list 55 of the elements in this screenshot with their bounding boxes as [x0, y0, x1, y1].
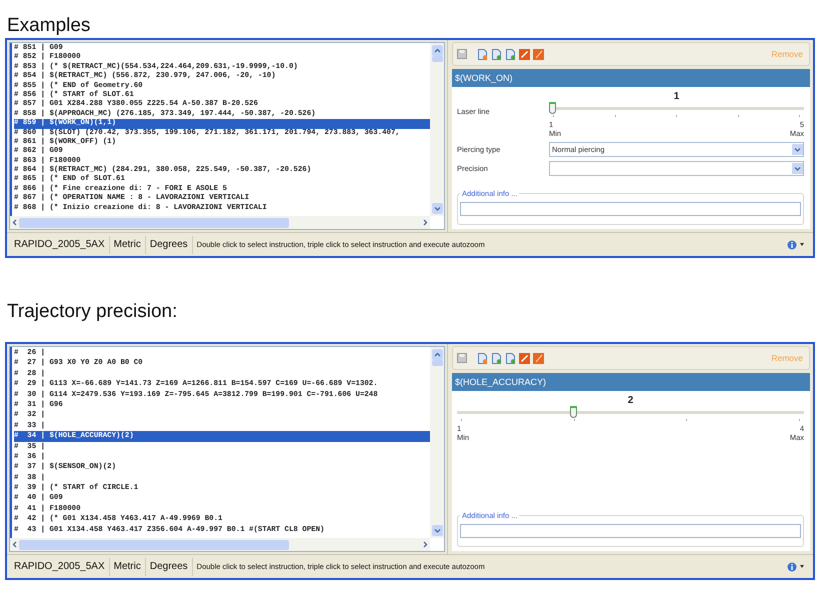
units-label: Metric	[110, 558, 146, 576]
save-icon[interactable]	[457, 353, 467, 363]
machine-name: RAPIDO_2005_5AX	[10, 236, 110, 254]
angles-label: Degrees	[146, 236, 193, 254]
angles-label: Degrees	[146, 558, 193, 576]
document-icon[interactable]	[477, 352, 488, 364]
chevron-right-icon[interactable]	[423, 219, 428, 226]
document-icon[interactable]	[477, 48, 488, 60]
pencil-icon[interactable]	[533, 352, 544, 364]
scrollbar-thumb[interactable]	[432, 360, 442, 366]
info-icon	[787, 240, 797, 250]
pencil-icon[interactable]	[533, 48, 544, 60]
vertical-scrollbar[interactable]	[430, 43, 444, 216]
slider-value: 1	[672, 91, 680, 102]
instruction-title: $(HOLE_ACCURACY)	[452, 373, 810, 391]
edit-icon[interactable]	[519, 48, 530, 60]
chevron-up-icon	[434, 352, 440, 357]
section-heading: Trajectory precision:	[6, 300, 178, 323]
chevron-up-icon	[434, 48, 440, 53]
chevron-down-icon	[434, 528, 440, 533]
document-add-icon[interactable]	[491, 352, 502, 364]
caret-icon	[800, 565, 804, 568]
scrollbar-thumb[interactable]	[19, 218, 289, 228]
input-field[interactable]	[460, 202, 801, 216]
chevron-left-icon[interactable]	[12, 219, 17, 226]
section-heading: Examples	[6, 14, 92, 37]
document-add-icon[interactable]	[505, 352, 516, 364]
scrollbar-thumb[interactable]	[19, 540, 289, 550]
units-label: Metric	[110, 236, 146, 254]
info-icon	[787, 562, 797, 572]
slider-thumb[interactable]	[549, 102, 556, 114]
horizontal-scrollbar[interactable]	[10, 216, 430, 229]
chevron-down-icon	[434, 206, 440, 211]
instruction-title: $(WORK_ON)	[452, 69, 810, 87]
input-field[interactable]	[460, 524, 801, 538]
scrollbar-thumb[interactable]	[432, 56, 442, 62]
scroll-down-button[interactable]	[432, 203, 442, 214]
vertical-scrollbar[interactable]	[430, 347, 444, 538]
dropdown[interactable]	[549, 160, 804, 176]
slider-thumb[interactable]	[570, 406, 577, 418]
chevron-right-icon[interactable]	[423, 541, 428, 548]
chevron-down-icon	[794, 146, 801, 152]
horizontal-scrollbar[interactable]	[10, 538, 430, 551]
chevron-left-icon[interactable]	[12, 541, 17, 548]
slider-value: 2	[626, 395, 634, 406]
scroll-down-button[interactable]	[432, 525, 442, 536]
machine-name: RAPIDO_2005_5AX	[10, 558, 110, 576]
chevron-down-icon	[794, 166, 801, 170]
caret-icon	[800, 243, 804, 246]
save-icon[interactable]	[457, 49, 467, 59]
document-add-icon[interactable]	[505, 48, 516, 60]
edit-icon[interactable]	[519, 352, 530, 364]
document-add-icon[interactable]	[491, 48, 502, 60]
scroll-up-button[interactable]	[432, 45, 442, 56]
scroll-up-button[interactable]	[432, 349, 442, 360]
